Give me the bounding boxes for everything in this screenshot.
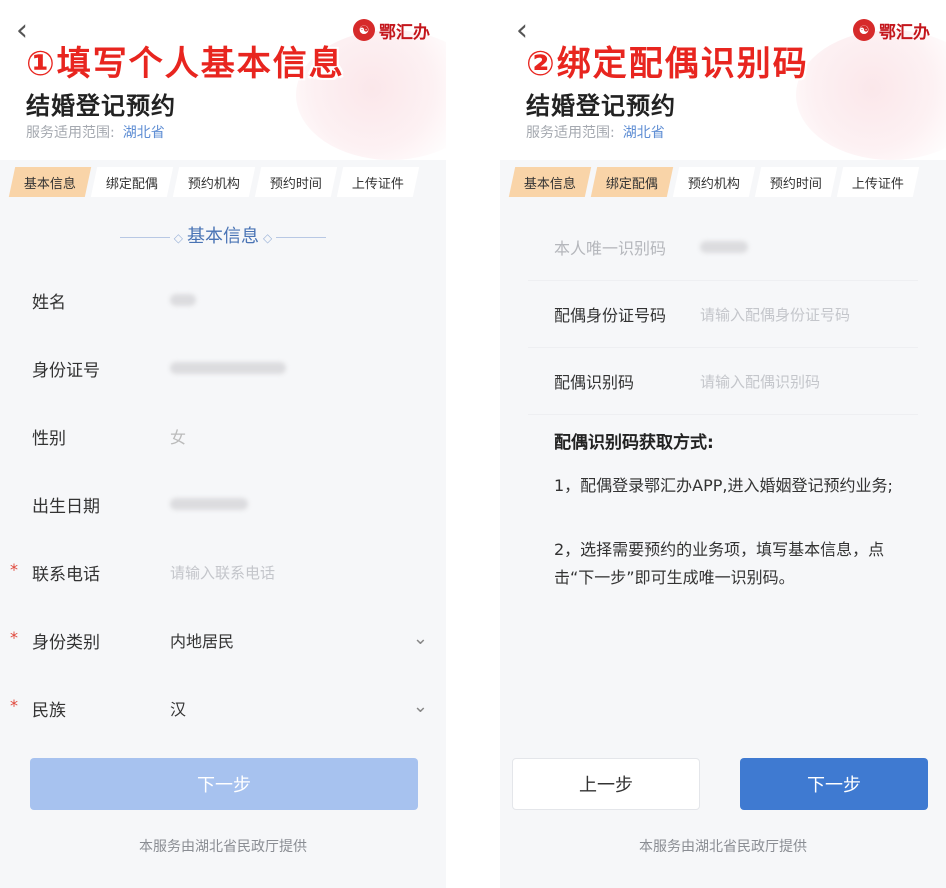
step-bind-spouse[interactable]: 绑定配偶 <box>90 167 174 197</box>
required-mark: * <box>10 560 18 579</box>
scope-value: 湖北省 <box>122 125 165 141</box>
prev-button[interactable]: 上一步 <box>512 758 700 810</box>
required-mark: * <box>10 696 18 715</box>
step-label: 绑定配偶 <box>106 176 159 192</box>
field-value-redacted <box>170 495 248 514</box>
field-birth-date[interactable]: 出生日期 <box>0 470 446 538</box>
step-label: 上传证件 <box>352 176 405 192</box>
field-label: 联系电话 <box>32 564 100 585</box>
field-own-code: 本人唯一识别码 <box>528 214 918 281</box>
step-label: 预约时间 <box>770 176 823 192</box>
basic-info-form: 姓名 身份证号 性别 女 出生日期 * 联系电话 请输入联系电话 * 身份类别 … <box>0 266 446 742</box>
field-name[interactable]: 姓名 <box>0 266 446 334</box>
emblem-icon: ☯ <box>353 19 375 41</box>
scope-label: 服务适用范围: <box>526 125 615 141</box>
field-label: 身份证号 <box>32 360 100 381</box>
chevron-down-icon[interactable]: ⌄ <box>413 628 428 649</box>
field-value-redacted <box>170 291 196 310</box>
spouse-id-input[interactable]: 请输入配偶身份证号码 <box>700 304 850 325</box>
step-label: 基本信息 <box>24 176 77 192</box>
service-scope: 服务适用范围: 湖北省 <box>26 122 165 142</box>
phone-input[interactable]: 请输入联系电话 <box>170 562 275 583</box>
logo-text: 鄂汇办 <box>879 22 930 43</box>
field-label: 配偶身份证号码 <box>554 306 667 325</box>
field-ethnicity[interactable]: * 民族 汉 ⌄ <box>0 674 446 742</box>
step-time[interactable]: 预约时间 <box>254 167 338 197</box>
service-scope: 服务适用范围: 湖北省 <box>526 122 665 142</box>
field-label: 性别 <box>32 428 66 449</box>
spouse-code-input[interactable]: 请输入配偶识别码 <box>700 371 820 392</box>
section-title: ◇ 基本信息 ◇ <box>0 222 446 248</box>
app-logo: ☯ 鄂汇办 <box>353 16 430 44</box>
step-basic-info[interactable]: 基本信息 <box>508 167 592 197</box>
step-label: 基本信息 <box>524 176 577 192</box>
step-bind-spouse[interactable]: 绑定配偶 <box>590 167 674 197</box>
field-id-number[interactable]: 身份证号 <box>0 334 446 402</box>
field-spouse-code[interactable]: 配偶识别码 请输入配偶识别码 <box>528 348 918 415</box>
divider <box>119 236 170 238</box>
chevron-down-icon[interactable]: ⌄ <box>413 696 428 717</box>
page-title: 结婚登记预约 <box>526 92 676 120</box>
field-label: 本人唯一识别码 <box>554 239 667 258</box>
field-value-redacted <box>170 359 286 378</box>
field-label: 身份类别 <box>32 632 100 653</box>
field-label: 配偶识别码 <box>554 373 635 392</box>
field-label: 民族 <box>32 700 66 721</box>
annotation-title: ②绑定配偶识别码 <box>526 44 809 84</box>
step-label: 绑定配偶 <box>606 176 659 192</box>
screen-basic-info: ‹ ☯ 鄂汇办 结婚登记预约 服务适用范围: 湖北省 ①填写个人基本信息 基本信息… <box>0 0 446 888</box>
instruction-item: 1，配偶登录鄂汇办APP,进入婚姻登记预约业务; <box>554 476 893 495</box>
field-gender[interactable]: 性别 女 <box>0 402 446 470</box>
step-tabs: 基本信息 绑定配偶 预约机构 预约时间 上传证件 <box>500 166 946 198</box>
identity-type-select[interactable]: 内地居民 <box>170 628 234 652</box>
step-tabs: 基本信息 绑定配偶 预约机构 预约时间 上传证件 <box>0 166 446 198</box>
page-title: 结婚登记预约 <box>26 92 176 120</box>
step-institution[interactable]: 预约机构 <box>172 167 256 197</box>
required-mark: * <box>10 628 18 647</box>
annotation-title: ①填写个人基本信息 <box>26 44 345 84</box>
field-label: 姓名 <box>32 292 66 313</box>
instruction-item: 2，选择需要预约的业务项，填写基本信息，点击“下一步”即可生成唯一识别码。 <box>554 540 885 587</box>
step-institution[interactable]: 预约机构 <box>672 167 756 197</box>
diamond-icon: ◇ <box>173 231 183 245</box>
step-label: 预约时间 <box>270 176 323 192</box>
next-button[interactable]: 下一步 <box>740 758 928 810</box>
step-label: 预约机构 <box>688 176 741 192</box>
step-upload[interactable]: 上传证件 <box>836 167 920 197</box>
screen-bind-spouse: ‹ ☯ 鄂汇办 结婚登记预约 服务适用范围: 湖北省 ②绑定配偶识别码 基本信息 … <box>500 0 946 888</box>
app-logo: ☯ 鄂汇办 <box>853 16 930 44</box>
section-title-text: 基本信息 <box>187 226 259 247</box>
instructions-title: 配偶识别码获取方式: <box>554 433 714 453</box>
scope-label: 服务适用范围: <box>26 125 115 141</box>
footer-note: 本服务由湖北省民政厅提供 <box>139 839 307 855</box>
ethnicity-select[interactable]: 汉 <box>170 696 186 720</box>
step-time[interactable]: 预约时间 <box>754 167 838 197</box>
step-upload[interactable]: 上传证件 <box>336 167 420 197</box>
footer-note: 本服务由湖北省民政厅提供 <box>639 839 807 855</box>
watermark-seal <box>796 30 946 160</box>
field-value-redacted <box>700 238 748 257</box>
field-value: 女 <box>170 428 187 447</box>
next-button[interactable]: 下一步 <box>30 758 418 810</box>
divider <box>276 236 327 238</box>
field-phone[interactable]: * 联系电话 请输入联系电话 <box>0 538 446 606</box>
logo-text: 鄂汇办 <box>379 22 430 43</box>
field-identity-type[interactable]: * 身份类别 内地居民 ⌄ <box>0 606 446 674</box>
field-spouse-id[interactable]: 配偶身份证号码 请输入配偶身份证号码 <box>528 281 918 348</box>
scope-value: 湖北省 <box>622 125 665 141</box>
field-label: 出生日期 <box>32 496 100 517</box>
step-basic-info[interactable]: 基本信息 <box>8 167 92 197</box>
step-label: 预约机构 <box>188 176 241 192</box>
step-label: 上传证件 <box>852 176 905 192</box>
diamond-icon: ◇ <box>263 231 273 245</box>
spouse-form: 本人唯一识别码 配偶身份证号码 请输入配偶身份证号码 配偶识别码 请输入配偶识别… <box>528 214 918 415</box>
emblem-icon: ☯ <box>853 19 875 41</box>
